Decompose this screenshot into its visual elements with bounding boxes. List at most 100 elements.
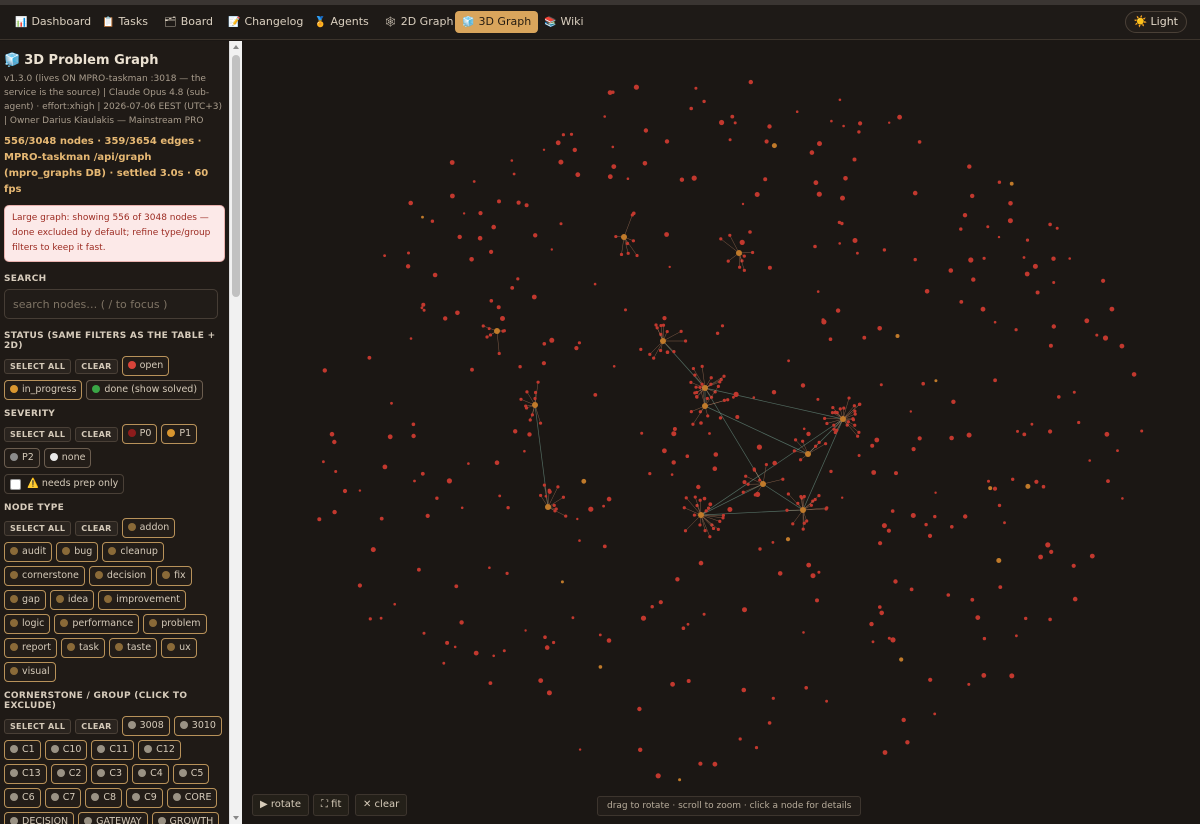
graph-node[interactable]: [572, 147, 577, 153]
graph-node[interactable]: [691, 366, 696, 371]
graph-node[interactable]: [682, 506, 686, 510]
graph-node[interactable]: [742, 607, 747, 613]
graph-node[interactable]: [422, 308, 426, 312]
graph-node[interactable]: [882, 248, 887, 252]
graph-node[interactable]: [887, 636, 891, 640]
graph-node[interactable]: [700, 364, 704, 368]
tab-agents[interactable]: 🏅 Agents: [307, 11, 376, 33]
graph-node[interactable]: [816, 191, 822, 197]
filter-chip-in_progress[interactable]: in_progress: [4, 380, 83, 400]
filter-chip-c4[interactable]: C4: [132, 764, 169, 784]
graph-node[interactable]: [538, 421, 543, 425]
graph-node[interactable]: [473, 650, 479, 656]
graph-node[interactable]: [708, 535, 712, 539]
graph-node[interactable]: [533, 396, 537, 401]
graph-node[interactable]: [719, 119, 725, 126]
graph-node[interactable]: [322, 460, 325, 464]
graph-node[interactable]: [488, 333, 493, 337]
graph-node[interactable]: [1072, 390, 1076, 394]
graph-node[interactable]: [879, 610, 884, 616]
graph-node[interactable]: [679, 329, 683, 333]
graph-node[interactable]: [1049, 549, 1054, 554]
graph-node[interactable]: [413, 479, 416, 483]
graph-node[interactable]: [462, 212, 466, 215]
graph-node[interactable]: [882, 750, 888, 755]
graph-node[interactable]: [698, 560, 704, 566]
graph-node[interactable]: [487, 327, 491, 331]
graph-node[interactable]: [746, 482, 750, 486]
graph-node[interactable]: [712, 466, 718, 472]
graph-node[interactable]: [901, 717, 906, 723]
graph-node[interactable]: [1101, 278, 1106, 283]
graph-node[interactable]: [871, 470, 877, 475]
graph-node[interactable]: [576, 517, 579, 521]
graph-node[interactable]: [530, 413, 534, 417]
graph-node[interactable]: [1048, 429, 1053, 434]
graph-node[interactable]: [409, 337, 413, 340]
graph-hub-node[interactable]: [805, 451, 811, 457]
filter-chip-open[interactable]: open: [121, 356, 170, 376]
filter-chip-problem[interactable]: problem: [143, 614, 207, 634]
graph-node[interactable]: [477, 235, 483, 241]
graph-node[interactable]: [982, 256, 986, 260]
graph-node[interactable]: [1035, 290, 1040, 295]
sidebar-scrollbar[interactable]: [229, 41, 242, 824]
scrollbar-thumb[interactable]: [232, 55, 240, 297]
graph-node[interactable]: [445, 640, 450, 645]
graph-node[interactable]: [322, 368, 327, 373]
graph-node[interactable]: [496, 305, 501, 310]
graph-node[interactable]: [727, 507, 733, 512]
graph-node[interactable]: [379, 516, 384, 521]
graph-node[interactable]: [913, 257, 917, 262]
graph-node[interactable]: [742, 268, 746, 272]
graph-hub-node[interactable]: [494, 328, 500, 334]
graph-node[interactable]: [802, 631, 805, 634]
graph-node[interactable]: [706, 414, 710, 418]
graph-node[interactable]: [842, 406, 846, 410]
graph-node[interactable]: [1121, 497, 1124, 500]
graph-node[interactable]: [764, 139, 769, 144]
graph-node[interactable]: [1014, 328, 1018, 332]
graph-node[interactable]: [575, 172, 581, 178]
graph-node[interactable]: [909, 410, 912, 413]
graph-node[interactable]: [564, 514, 568, 518]
graph-node[interactable]: [390, 401, 393, 405]
graph-node[interactable]: [379, 616, 383, 620]
graph-node[interactable]: [533, 233, 538, 238]
graph-node[interactable]: [858, 402, 862, 406]
graph-node[interactable]: [771, 143, 777, 149]
group-select-all-button[interactable]: SELECT ALL: [4, 718, 72, 734]
graph-node[interactable]: [853, 412, 857, 416]
graph-node[interactable]: [686, 679, 691, 683]
graph-node[interactable]: [852, 157, 857, 162]
graph-node[interactable]: [550, 248, 553, 251]
graph-node[interactable]: [738, 265, 742, 269]
graph-node[interactable]: [699, 421, 703, 425]
graph-node[interactable]: [665, 350, 670, 355]
graph-node[interactable]: [603, 115, 606, 118]
graph-node[interactable]: [742, 254, 746, 258]
graph-node[interactable]: [421, 302, 426, 307]
graph-node[interactable]: [555, 140, 561, 146]
filter-chip-none[interactable]: none: [43, 448, 92, 468]
graph-node[interactable]: [332, 509, 337, 515]
graph-node[interactable]: [838, 98, 842, 102]
graph-node[interactable]: [726, 259, 730, 263]
graph-node[interactable]: [838, 242, 841, 245]
graph-node[interactable]: [411, 433, 416, 439]
filter-chip-ux[interactable]: ux: [161, 638, 197, 658]
filter-chip-taste[interactable]: taste: [109, 638, 158, 658]
graph-node[interactable]: [546, 690, 552, 696]
graph-node[interactable]: [708, 502, 713, 507]
graph-node[interactable]: [689, 410, 693, 414]
graph-node[interactable]: [382, 464, 388, 470]
graph-node[interactable]: [733, 121, 737, 125]
graph-node[interactable]: [552, 503, 556, 507]
graph-node[interactable]: [755, 491, 761, 497]
graph-node[interactable]: [1007, 218, 1013, 224]
graph-node[interactable]: [877, 326, 882, 331]
fit-button[interactable]: ⛶ fit: [313, 794, 350, 816]
graph-node[interactable]: [897, 114, 902, 120]
graph-node[interactable]: [1104, 431, 1110, 437]
graph-node[interactable]: [899, 657, 904, 662]
